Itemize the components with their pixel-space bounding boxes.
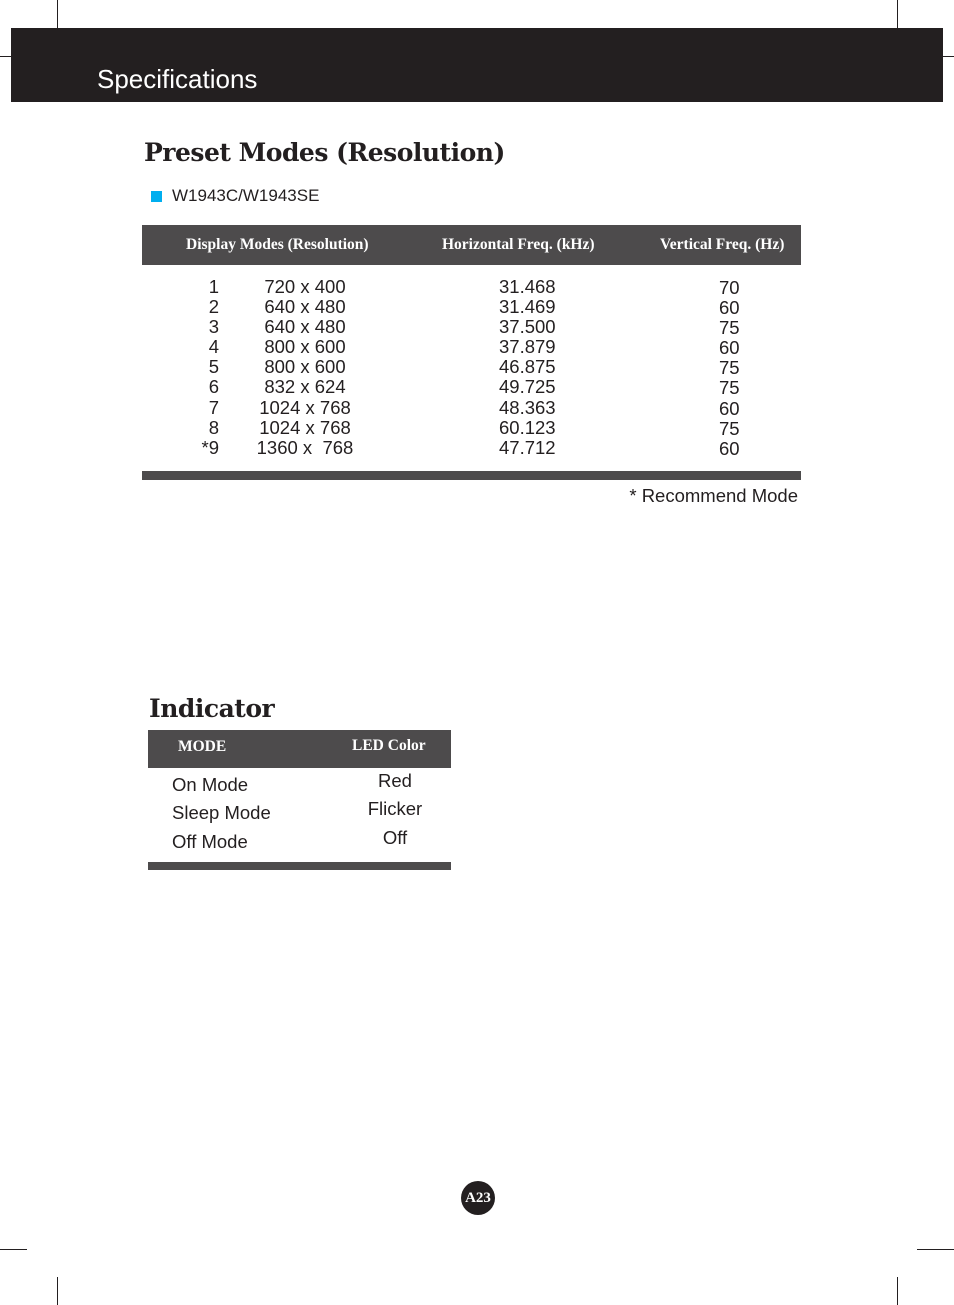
horizontal-freq-value: 31.468 bbox=[499, 276, 556, 297]
resolution-value: 640 x 480 bbox=[264, 316, 346, 338]
vertical-freq-value: 60 bbox=[719, 437, 740, 459]
vertical-freq-value: 75 bbox=[719, 357, 740, 379]
vertical-freq-value: 60 bbox=[719, 397, 740, 419]
vertical-freq-value: 75 bbox=[719, 317, 740, 339]
crop-mark bbox=[943, 56, 954, 57]
vertical-freq-value: 75 bbox=[719, 377, 740, 399]
indicator-led-value: Red bbox=[378, 770, 412, 791]
vertical-freq-value: 75 bbox=[719, 417, 740, 439]
crop-mark bbox=[57, 1277, 58, 1305]
indicator-mode-value: On Mode bbox=[172, 774, 249, 795]
mode-number: 2 bbox=[208, 296, 219, 318]
indicator-table-footer-bar bbox=[148, 862, 451, 870]
mode-number: 6 bbox=[208, 376, 219, 398]
page-number-badge: A23 bbox=[461, 1181, 495, 1215]
column-header-horizontal-freq: Horizontal Freq. (kHz) bbox=[442, 236, 595, 253]
horizontal-freq-value: 48.363 bbox=[499, 396, 556, 418]
crop-mark bbox=[897, 1277, 898, 1305]
column-header-led-color: LED Color bbox=[352, 737, 426, 754]
horizontal-freq-value: 47.712 bbox=[499, 436, 556, 458]
resolution-value: 1024 x 768 bbox=[259, 416, 351, 438]
crop-mark bbox=[0, 56, 11, 57]
indicator-led-value: Flicker bbox=[367, 798, 423, 820]
preset-table-header: Display Modes (Resolution) Horizontal Fr… bbox=[142, 225, 801, 265]
mode-number: 4 bbox=[208, 336, 219, 358]
indicator-title: Indicator bbox=[149, 694, 275, 723]
vertical-freq-value: 60 bbox=[719, 337, 740, 359]
crop-mark bbox=[0, 1249, 27, 1250]
resolution-value: 832 x 624 bbox=[264, 376, 346, 398]
mode-number-column: 1 2 3 4 5 6 7 8 *9 bbox=[190, 276, 220, 458]
preset-table-footer-bar bbox=[142, 471, 801, 480]
crop-mark bbox=[897, 0, 898, 28]
mode-number: 3 bbox=[208, 316, 219, 338]
page-header-title: Specifications bbox=[97, 64, 258, 94]
resolution-value: 1024 x 768 bbox=[259, 396, 351, 418]
indicator-mode-column: On Mode Sleep Mode Off Mode bbox=[172, 771, 271, 856]
crop-mark bbox=[57, 0, 58, 28]
horizontal-freq-value: 37.500 bbox=[499, 316, 556, 338]
vertical-freq-column: 70 60 75 60 75 75 60 75 60 bbox=[719, 277, 759, 459]
resolution-value: 1360 x 768 bbox=[256, 436, 354, 458]
indicator-table-header: MODE LED Color bbox=[148, 730, 451, 768]
crop-mark bbox=[917, 1249, 954, 1250]
resolution-value: 800 x 600 bbox=[264, 336, 346, 358]
model-label-row: W1943C/W1943SE bbox=[151, 186, 319, 206]
model-label: W1943C/W1943SE bbox=[172, 186, 320, 205]
resolution-value: 800 x 600 bbox=[264, 356, 346, 378]
resolution-column: 720 x 400 640 x 480 640 x 480 800 x 600 800 … bbox=[245, 276, 365, 458]
recommend-mode-note: * Recommend Mode bbox=[629, 485, 798, 506]
column-header-vertical-freq: Vertical Freq. (Hz) bbox=[660, 236, 785, 253]
mode-number: 7 bbox=[208, 396, 219, 418]
column-header-display-modes: Display Modes (Resolution) bbox=[186, 236, 369, 253]
vertical-freq-value: 60 bbox=[719, 297, 740, 319]
indicator-mode-value: Sleep Mode bbox=[172, 802, 271, 824]
indicator-led-value: Off bbox=[382, 826, 408, 848]
indicator-mode-value: Off Mode bbox=[172, 830, 248, 852]
mode-number: 1 bbox=[208, 276, 219, 297]
horizontal-freq-column: 31.468 31.469 37.500 37.879 46.875 49.725 48.3… bbox=[499, 276, 579, 458]
resolution-value: 640 x 480 bbox=[264, 296, 346, 318]
mode-number: *9 bbox=[201, 436, 220, 458]
mode-number: 5 bbox=[208, 356, 219, 378]
horizontal-freq-value: 46.875 bbox=[499, 356, 556, 378]
horizontal-freq-value: 49.725 bbox=[499, 376, 556, 398]
column-header-mode: MODE bbox=[178, 738, 227, 755]
header-bar: Specifications bbox=[11, 28, 943, 102]
square-bullet-icon bbox=[151, 190, 162, 202]
preset-modes-title: Preset Modes (Resolution) bbox=[144, 138, 505, 167]
horizontal-freq-value: 60.123 bbox=[499, 416, 556, 438]
horizontal-freq-value: 31.469 bbox=[499, 296, 556, 318]
horizontal-freq-value: 37.879 bbox=[499, 336, 556, 358]
mode-number: 8 bbox=[208, 416, 219, 438]
resolution-value: 720 x 400 bbox=[264, 276, 346, 297]
vertical-freq-value: 70 bbox=[719, 277, 740, 298]
indicator-led-column: Red Flicker Off bbox=[354, 767, 436, 852]
